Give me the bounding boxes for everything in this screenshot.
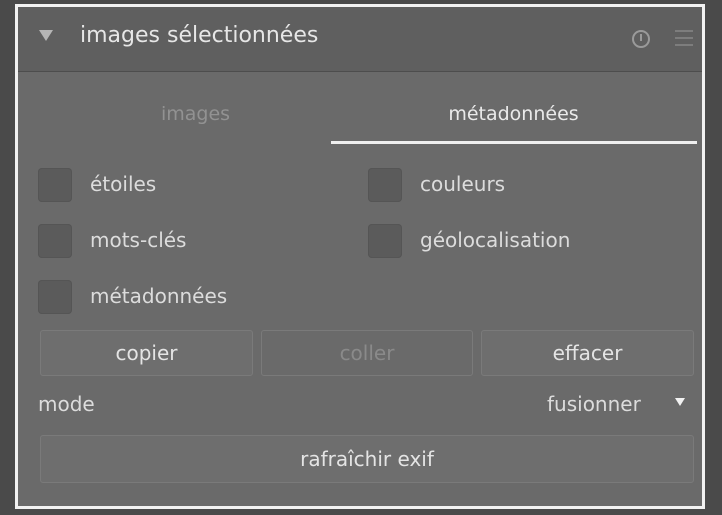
clear-button[interactable]: effacer <box>481 330 694 376</box>
checkbox-colors[interactable] <box>368 168 402 202</box>
tab-images[interactable]: images <box>48 103 343 125</box>
refresh-exif-button[interactable]: rafraîchir exif <box>40 435 694 483</box>
active-tab-indicator <box>331 141 697 144</box>
checkbox-stars[interactable] <box>38 168 72 202</box>
dropdown-arrow-icon[interactable] <box>675 398 685 406</box>
checkbox-geotags[interactable] <box>368 224 402 258</box>
checkbox-tags[interactable] <box>38 224 72 258</box>
paste-button[interactable]: coller <box>261 330 473 376</box>
option-colors-label: couleurs <box>420 172 506 196</box>
module-header[interactable]: images sélectionnées <box>18 7 702 72</box>
collapse-arrow-icon[interactable] <box>39 30 53 41</box>
selected-images-module: images sélectionnées images métadonnées … <box>15 4 705 509</box>
mode-dropdown[interactable]: fusionner <box>547 392 641 416</box>
checkbox-metadata[interactable] <box>38 280 72 314</box>
tab-metadata[interactable]: métadonnées <box>331 103 696 125</box>
option-metadata-label: métadonnées <box>90 284 228 308</box>
option-stars-label: étoiles <box>90 172 157 196</box>
option-tags-label: mots-clés <box>90 228 187 252</box>
reset-icon[interactable] <box>631 29 651 49</box>
copy-button[interactable]: copier <box>40 330 253 376</box>
presets-menu-icon[interactable] <box>673 28 695 48</box>
module-title: images sélectionnées <box>80 23 319 48</box>
mode-label: mode <box>38 392 95 416</box>
option-geotags-label: géolocalisation <box>420 228 571 252</box>
